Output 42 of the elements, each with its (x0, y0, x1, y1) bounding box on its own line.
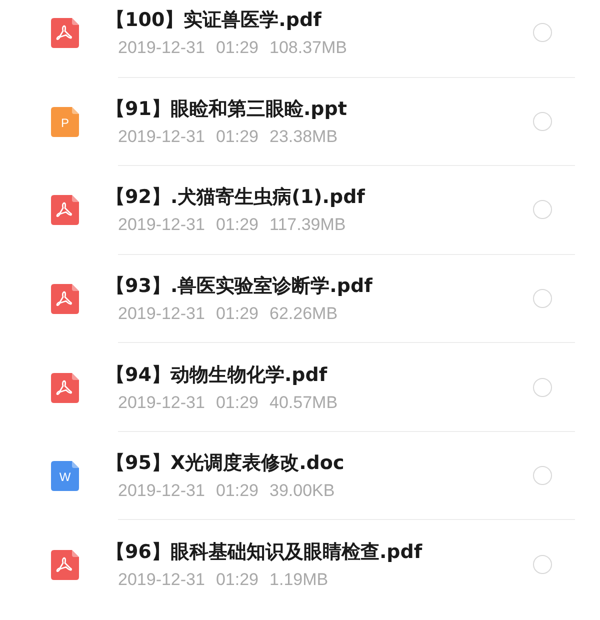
file-name: 【96】眼科基础知识及眼睛检查.pdf (106, 540, 424, 566)
pdf-file-icon (51, 372, 79, 403)
file-time: 01:29 (216, 570, 259, 590)
select-radio[interactable] (533, 555, 552, 574)
file-name: 【92】.犬猫寄生虫病(1).pdf (106, 185, 366, 210)
file-date: 2019-12-31 (118, 392, 205, 413)
select-radio[interactable] (533, 466, 552, 486)
file-size: 62.26MB (270, 304, 338, 324)
pdf-file-icon (51, 550, 79, 580)
file-time: 01:29 (216, 392, 259, 413)
file-date: 2019-12-31 (118, 304, 205, 324)
file-size: 117.39MB (270, 215, 346, 236)
pdf-file-icon (51, 195, 79, 226)
pdf-file-icon (51, 284, 79, 314)
select-radio[interactable] (533, 200, 552, 220)
file-size: 40.57MB (270, 392, 338, 413)
file-date: 2019-12-31 (118, 126, 205, 147)
select-radio[interactable] (533, 289, 552, 308)
select-radio[interactable] (533, 378, 552, 397)
file-size: 1.19MB (270, 570, 328, 590)
file-name: 【100】实证兽医学.pdf (106, 8, 322, 34)
select-radio[interactable] (533, 112, 552, 131)
select-radio[interactable] (533, 23, 552, 42)
file-name: 【91】眼睑和第三眼睑.ppt (106, 96, 348, 122)
file-date: 2019-12-31 (118, 215, 205, 236)
pdf-file-icon (51, 18, 79, 48)
file-name: 【95】X光调度表修改.doc (106, 451, 346, 476)
file-date: 2019-12-31 (118, 481, 205, 502)
file-time: 01:29 (216, 304, 259, 324)
file-size: 108.37MB (270, 38, 348, 58)
presentation-file-icon: P (51, 106, 79, 137)
file-size: 39.00KB (270, 481, 335, 502)
file-time: 01:29 (216, 38, 259, 58)
file-name: 【94】动物生物化学.pdf (106, 362, 328, 388)
file-date: 2019-12-31 (118, 570, 205, 590)
file-date: 2019-12-31 (118, 38, 205, 58)
file-time: 01:29 (216, 215, 259, 236)
file-time: 01:29 (216, 126, 259, 147)
document-file-icon: W (51, 461, 79, 492)
file-size: 23.38MB (270, 126, 338, 147)
file-name: 【93】.兽医实验室诊断学.pdf (106, 274, 374, 300)
file-time: 01:29 (216, 481, 259, 502)
